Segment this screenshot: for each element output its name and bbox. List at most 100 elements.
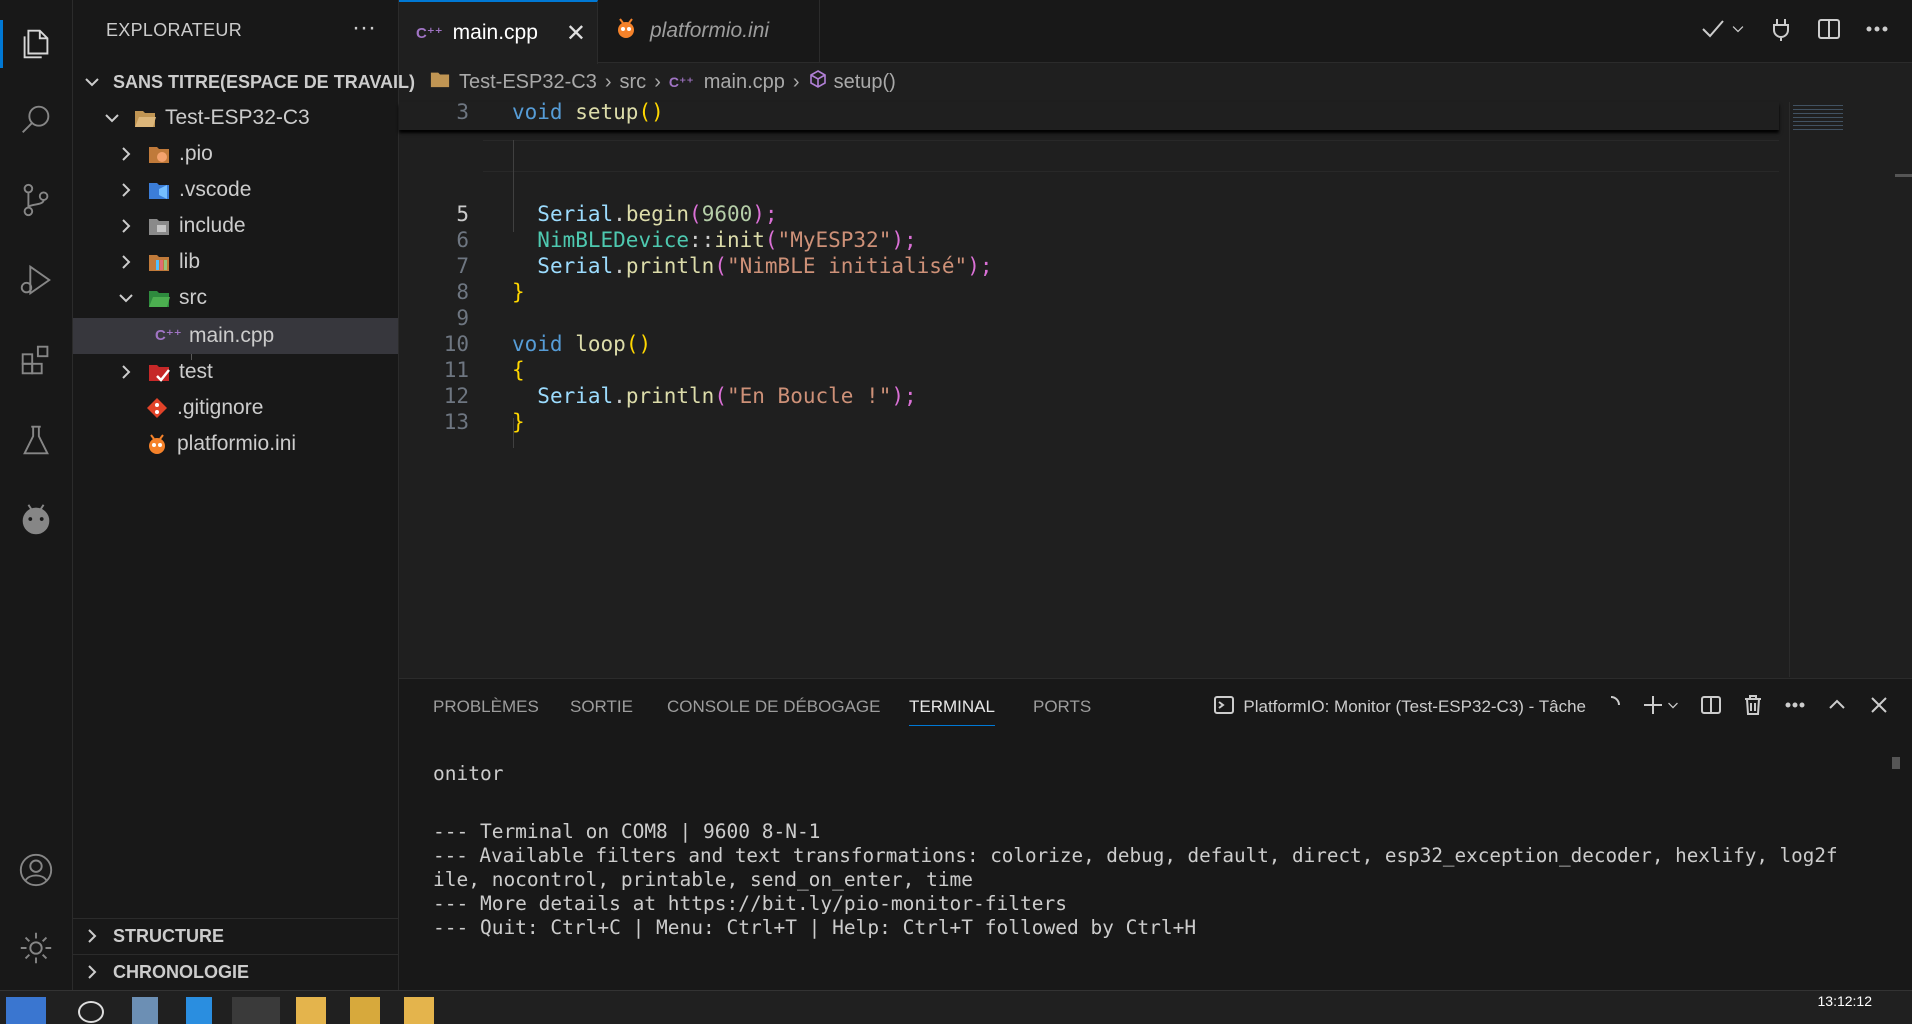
breadcrumb-item[interactable]: Test-ESP32-C3: [459, 71, 597, 94]
settings-gear-icon[interactable]: [0, 916, 72, 980]
source-control-icon[interactable]: [0, 168, 72, 232]
scrollbar-thumb[interactable]: [1892, 757, 1900, 769]
trash-icon[interactable]: [1742, 694, 1764, 721]
cpp-file-icon: C⁺⁺: [416, 25, 443, 42]
search-icon[interactable]: [0, 88, 72, 152]
folder-taskbar-icon[interactable]: [404, 997, 434, 1024]
cube-icon: [808, 69, 828, 95]
tree-item-lib[interactable]: lib: [73, 244, 398, 280]
terminal-icon: [1213, 694, 1235, 721]
tab-label: platformio.ini: [650, 19, 770, 42]
tab-sortie[interactable]: SORTIE: [570, 697, 633, 717]
terminal-line: --- Quit: Ctrl+C | Menu: Ctrl+T | Help: …: [433, 916, 1197, 939]
section-chronologie[interactable]: CHRONOLOGIE: [73, 954, 398, 990]
tree-item-src[interactable]: src: [73, 280, 398, 316]
folder-src-icon: [147, 287, 171, 309]
explorer-title: EXPLORATEUR: [106, 20, 242, 40]
platformio-icon[interactable]: [0, 488, 72, 552]
section-structure[interactable]: STRUCTURE: [73, 918, 398, 954]
tab-ports[interactable]: PORTS: [1033, 697, 1091, 717]
line-number: 6: [456, 228, 469, 252]
code-line: Serial.begin(9600);: [537, 202, 778, 226]
taskview-icon[interactable]: [132, 997, 158, 1024]
search-icon[interactable]: [78, 1001, 104, 1023]
plug-icon[interactable]: [1768, 16, 1794, 47]
chevron-down-icon[interactable]: [1666, 697, 1680, 717]
explorer-icon[interactable]: [0, 12, 72, 76]
close-panel-icon[interactable]: [1868, 694, 1890, 721]
section-label: CHRONOLOGIE: [113, 961, 250, 982]
tree-item-include[interactable]: include: [73, 208, 398, 244]
tree-item-pio[interactable]: .pio: [73, 136, 398, 172]
more-actions-icon[interactable]: ···: [352, 14, 376, 42]
split-terminal-icon[interactable]: [1700, 694, 1722, 721]
platformio-file-icon: [614, 17, 638, 45]
tree-item-gitignore[interactable]: .gitignore: [73, 390, 398, 426]
platformio-file-icon: [145, 433, 169, 455]
new-terminal-icon[interactable]: [1642, 694, 1664, 721]
tree-item-test[interactable]: test: [73, 354, 398, 390]
git-file-icon: [145, 397, 169, 419]
tree-item-main-cpp[interactable]: C⁺⁺ main.cpp: [73, 318, 398, 354]
tree-item-label: .vscode: [179, 178, 252, 201]
tree-item-project[interactable]: Test-ESP32-C3: [73, 100, 398, 136]
folder-lib-icon: [147, 251, 171, 273]
app-taskbar-icon[interactable]: [350, 997, 380, 1024]
folder-taskbar-icon[interactable]: [296, 997, 326, 1024]
code-line: {: [512, 358, 525, 382]
tab-platformio-ini[interactable]: platformio.ini: [597, 0, 820, 62]
tab-main-cpp[interactable]: C⁺⁺ main.cpp ✕: [399, 0, 598, 64]
terminal-line: --- More details at https://bit.ly/pio-m…: [433, 892, 1067, 915]
code-editor[interactable]: 6 NimBLEDevice::init("MyESP32"); 7 Seria…: [399, 100, 1912, 677]
workspace-header[interactable]: SANS TITRE(ESPACE DE TRAVAIL): [73, 64, 415, 100]
account-icon[interactable]: [0, 838, 72, 902]
code-line: void loop(): [512, 332, 652, 356]
more-actions-icon[interactable]: [1784, 694, 1806, 721]
breadcrumb-item[interactable]: src: [620, 71, 647, 94]
split-editor-icon[interactable]: [1816, 16, 1842, 47]
folder-test-icon: [147, 361, 171, 383]
vscode-taskbar-icon[interactable]: [186, 997, 212, 1024]
scrollbar-thumb[interactable]: [1895, 174, 1912, 177]
terminal-line: ile, nocontrol, printable, send_on_enter…: [433, 868, 974, 891]
chevron-down-icon: [103, 109, 121, 127]
check-icon[interactable]: [1700, 16, 1726, 47]
run-debug-icon[interactable]: [0, 248, 72, 312]
tree-item-label: include: [179, 214, 246, 237]
tab-problemes[interactable]: PROBLÈMES: [433, 697, 539, 717]
tab-label: main.cpp: [452, 21, 538, 44]
current-line-highlight: [483, 140, 1779, 172]
chevron-right-icon: [117, 145, 135, 163]
tab-console-debogage[interactable]: CONSOLE DE DÉBOGAGE: [667, 697, 881, 717]
maximize-panel-icon[interactable]: [1826, 694, 1848, 721]
breadcrumb-item[interactable]: main.cpp: [704, 71, 785, 94]
folder-include-icon: [147, 215, 171, 237]
active-app-icon[interactable]: [232, 997, 280, 1024]
close-icon[interactable]: ✕: [566, 19, 586, 48]
cpp-file-icon: C⁺⁺: [668, 73, 694, 90]
sticky-scroll[interactable]: 3 void setup(): [399, 100, 1779, 130]
editor-actions: [1700, 0, 1912, 62]
tree-item-label: lib: [179, 250, 201, 273]
chevron-down-icon[interactable]: [1730, 21, 1746, 42]
tree-item-platformio-ini[interactable]: platformio.ini: [73, 426, 398, 462]
terminal-name[interactable]: PlatformIO: Monitor (Test-ESP32-C3) - Tâ…: [1243, 697, 1586, 717]
tree-item-label: src: [179, 286, 207, 309]
tree-item-label: .gitignore: [177, 396, 264, 419]
more-actions-icon[interactable]: [1864, 16, 1890, 47]
tree-item-label: platformio.ini: [177, 432, 297, 455]
start-icon[interactable]: [6, 997, 46, 1024]
minimap[interactable]: [1793, 102, 1843, 132]
tree-item-label: main.cpp: [189, 324, 275, 347]
line-number: 10: [443, 332, 469, 356]
line-number: 5: [456, 202, 469, 226]
loading-spinner-icon: [1600, 694, 1622, 721]
breadcrumb-item[interactable]: setup(): [834, 71, 896, 94]
testing-icon[interactable]: [0, 408, 72, 472]
clock[interactable]: 13:12:12: [1818, 993, 1873, 1009]
extensions-icon[interactable]: [0, 328, 72, 392]
breadcrumb: Test-ESP32-C3 › src › C⁺⁺ main.cpp › set…: [399, 62, 1912, 102]
chevron-right-icon: ›: [604, 70, 612, 93]
tab-terminal[interactable]: TERMINAL: [909, 697, 995, 726]
tree-item-vscode[interactable]: .vscode: [73, 172, 398, 208]
